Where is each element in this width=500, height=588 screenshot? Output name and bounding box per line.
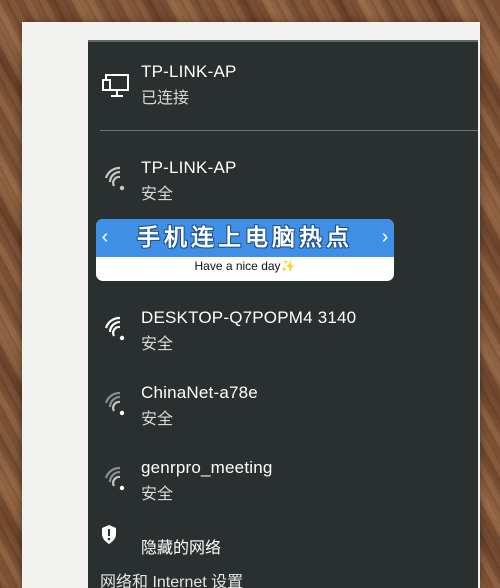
- network-name: genrpro_meeting: [141, 458, 273, 477]
- banner-subtitle-text: Have a nice day: [194, 259, 281, 273]
- connected-network-status: 已连接: [141, 90, 190, 107]
- network-status: 安全: [141, 486, 174, 503]
- banner-title: 手机连上电脑热点: [137, 224, 353, 251]
- network-item-desktop[interactable]: DESKTOP-Q7POPM4 3140 安全: [88, 306, 478, 356]
- network-item-chinanet[interactable]: ChinaNet-a78e 安全: [88, 381, 478, 431]
- hidden-network-item[interactable]: 隐藏的网络: [88, 525, 478, 558]
- wifi-secured-icon: [104, 166, 125, 191]
- network-name: TP-LINK-AP: [141, 158, 237, 177]
- wifi-secured-icon: [104, 316, 125, 341]
- banner-subtitle: Have a nice day✨: [96, 259, 394, 273]
- title-banner: ‹ 手机连上电脑热点 › Have a nice day✨: [96, 219, 394, 281]
- network-item-tp-link-ap[interactable]: TP-LINK-AP 安全: [88, 156, 478, 206]
- network-name: ChinaNet-a78e: [141, 383, 258, 402]
- network-status: 安全: [141, 411, 174, 428]
- connected-network-item[interactable]: TP-LINK-AP 已连接: [88, 60, 478, 110]
- hidden-network-label: 隐藏的网络: [141, 540, 222, 557]
- ethernet-computer-icon: [102, 74, 129, 97]
- banner-right-arrow-icon: ›: [381, 226, 389, 248]
- list-divider: [100, 130, 478, 131]
- sparkle-icon: ✨: [280, 259, 296, 273]
- network-settings-link[interactable]: 网络和 Internet 设置: [100, 568, 243, 588]
- network-status: 安全: [141, 336, 174, 353]
- panel-top-edge: [88, 40, 478, 42]
- network-status: 安全: [141, 186, 174, 203]
- shield-wifi-icon: [102, 525, 116, 544]
- wifi-secured-icon: [104, 466, 125, 491]
- wifi-flyout-panel: TP-LINK-AP 已连接 TP-LINK-AP 安全 DESKTOP-Q7P…: [88, 40, 478, 588]
- connected-network-name: TP-LINK-AP: [141, 62, 237, 81]
- network-name: DESKTOP-Q7POPM4 3140: [141, 308, 357, 327]
- wifi-secured-icon: [104, 391, 125, 416]
- network-item-genrpro[interactable]: genrpro_meeting 安全: [88, 456, 478, 506]
